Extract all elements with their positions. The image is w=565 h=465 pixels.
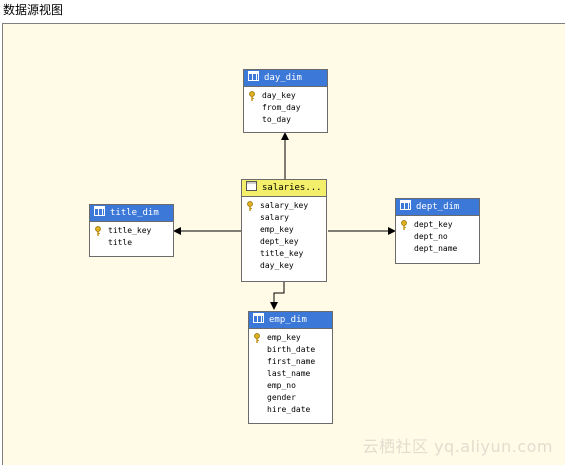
- column-row[interactable]: title_key: [90, 225, 173, 237]
- table-icon: [94, 206, 105, 216]
- watermark: 云栖社区 yq.aliyun.com: [362, 437, 553, 456]
- column-row[interactable]: title: [90, 237, 173, 249]
- table-header[interactable]: dept_dim: [396, 199, 479, 216]
- relation-salaries-emp-dim[interactable]: [270, 282, 285, 310]
- column-row[interactable]: hire_date: [249, 404, 332, 416]
- primary-key-icon: [249, 91, 255, 101]
- table-header[interactable]: emp_dim: [249, 312, 332, 329]
- table-icon: [246, 181, 257, 191]
- primary-key-icon: [247, 201, 253, 211]
- table-day-dim[interactable]: day_dim day_key from_day to_day: [243, 69, 328, 133]
- column-row[interactable]: day_key: [242, 260, 326, 272]
- column-name: title_key: [108, 226, 152, 235]
- primary-key-icon: [254, 333, 260, 343]
- column-row[interactable]: from_day: [244, 102, 327, 114]
- table-name: day_dim: [264, 73, 302, 83]
- column-name: dept_key: [260, 237, 299, 246]
- table-icon: [253, 313, 264, 323]
- table-icon: [400, 200, 411, 210]
- column-name: hire_date: [267, 405, 311, 414]
- column-name: to_day: [262, 115, 291, 124]
- table-salaries[interactable]: salaries... salary_key salary emp_key de…: [241, 179, 327, 282]
- column-name: day_key: [260, 261, 294, 270]
- column-row[interactable]: gender: [249, 392, 332, 404]
- column-name: last_name: [267, 369, 311, 378]
- table-name: emp_dim: [269, 315, 307, 325]
- table-dept-dim[interactable]: dept_dim dept_key dept_no dept_name: [395, 198, 480, 264]
- column-name: salary_key: [260, 201, 309, 210]
- column-row[interactable]: dept_key: [396, 219, 479, 231]
- column-name: title_key: [260, 249, 304, 258]
- column-row[interactable]: first_name: [249, 356, 332, 368]
- column-name: title: [108, 238, 133, 247]
- primary-key-icon: [401, 220, 407, 230]
- column-row[interactable]: birth_date: [249, 344, 332, 356]
- column-row[interactable]: salary_key: [242, 200, 326, 212]
- column-name: day_key: [262, 91, 296, 100]
- column-name: gender: [267, 393, 296, 402]
- table-name: title_dim: [110, 208, 159, 218]
- column-row[interactable]: emp_key: [242, 224, 326, 236]
- column-name: emp_key: [260, 225, 294, 234]
- table-header[interactable]: salaries...: [242, 180, 326, 197]
- column-name: emp_no: [267, 381, 296, 390]
- primary-key-icon: [95, 226, 101, 236]
- column-name: first_name: [267, 357, 316, 366]
- column-name: birth_date: [267, 345, 316, 354]
- column-name: dept_name: [414, 244, 458, 253]
- table-name: dept_dim: [416, 202, 460, 212]
- column-row[interactable]: dept_no: [396, 231, 479, 243]
- column-row[interactable]: emp_no: [249, 380, 332, 392]
- column-name: dept_no: [414, 232, 448, 241]
- column-row[interactable]: to_day: [244, 114, 327, 126]
- column-name: salary: [260, 213, 289, 222]
- column-row[interactable]: last_name: [249, 368, 332, 380]
- column-row[interactable]: dept_key: [242, 236, 326, 248]
- diagram-canvas[interactable]: day_dim day_key from_day to_day salaries…: [2, 23, 565, 465]
- table-icon: [248, 71, 259, 81]
- table-header[interactable]: day_dim: [244, 70, 327, 87]
- column-row[interactable]: salary: [242, 212, 326, 224]
- table-header[interactable]: title_dim: [90, 205, 173, 222]
- column-row[interactable]: title_key: [242, 248, 326, 260]
- column-row[interactable]: dept_name: [396, 243, 479, 255]
- column-row[interactable]: day_key: [244, 90, 327, 102]
- table-emp-dim[interactable]: emp_dim emp_key birth_date first_name la…: [248, 311, 333, 424]
- column-name: dept_key: [414, 220, 453, 229]
- column-name: from_day: [262, 103, 301, 112]
- column-row[interactable]: emp_key: [249, 332, 332, 344]
- window-title: 数据源视图: [0, 0, 565, 22]
- table-name: salaries...: [262, 183, 322, 193]
- column-name: emp_key: [267, 333, 301, 342]
- table-title-dim[interactable]: title_dim title_key title: [89, 204, 174, 257]
